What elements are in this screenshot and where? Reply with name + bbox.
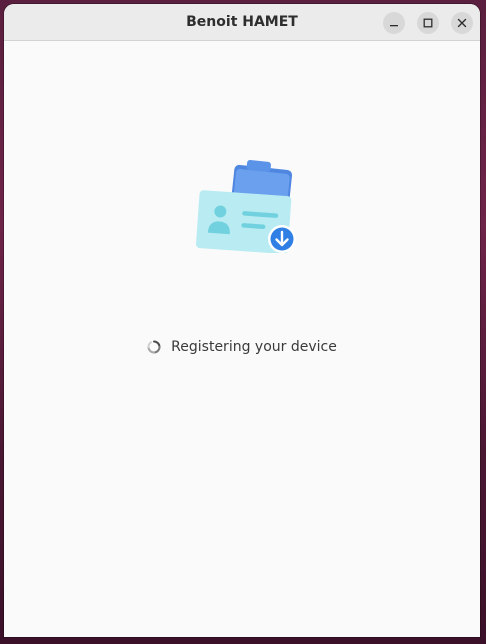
maximize-button[interactable] [417, 12, 439, 34]
close-button[interactable] [451, 12, 473, 34]
id-card-download-illustration [196, 160, 296, 253]
minimize-icon [390, 25, 398, 27]
window-title: Benoit HAMET [186, 14, 298, 30]
minimize-button[interactable] [383, 12, 405, 34]
main-content: Registering your device [4, 41, 480, 637]
status-text: Registering your device [171, 339, 337, 355]
close-icon [457, 18, 467, 28]
app-window: Benoit HAMET Registering your device [4, 4, 480, 637]
maximize-icon [423, 18, 433, 28]
title-bar[interactable]: Benoit HAMET [4, 4, 480, 41]
registration-status: Registering your device [4, 339, 480, 355]
loading-spinner-icon [147, 340, 161, 354]
download-badge-icon [268, 225, 296, 253]
